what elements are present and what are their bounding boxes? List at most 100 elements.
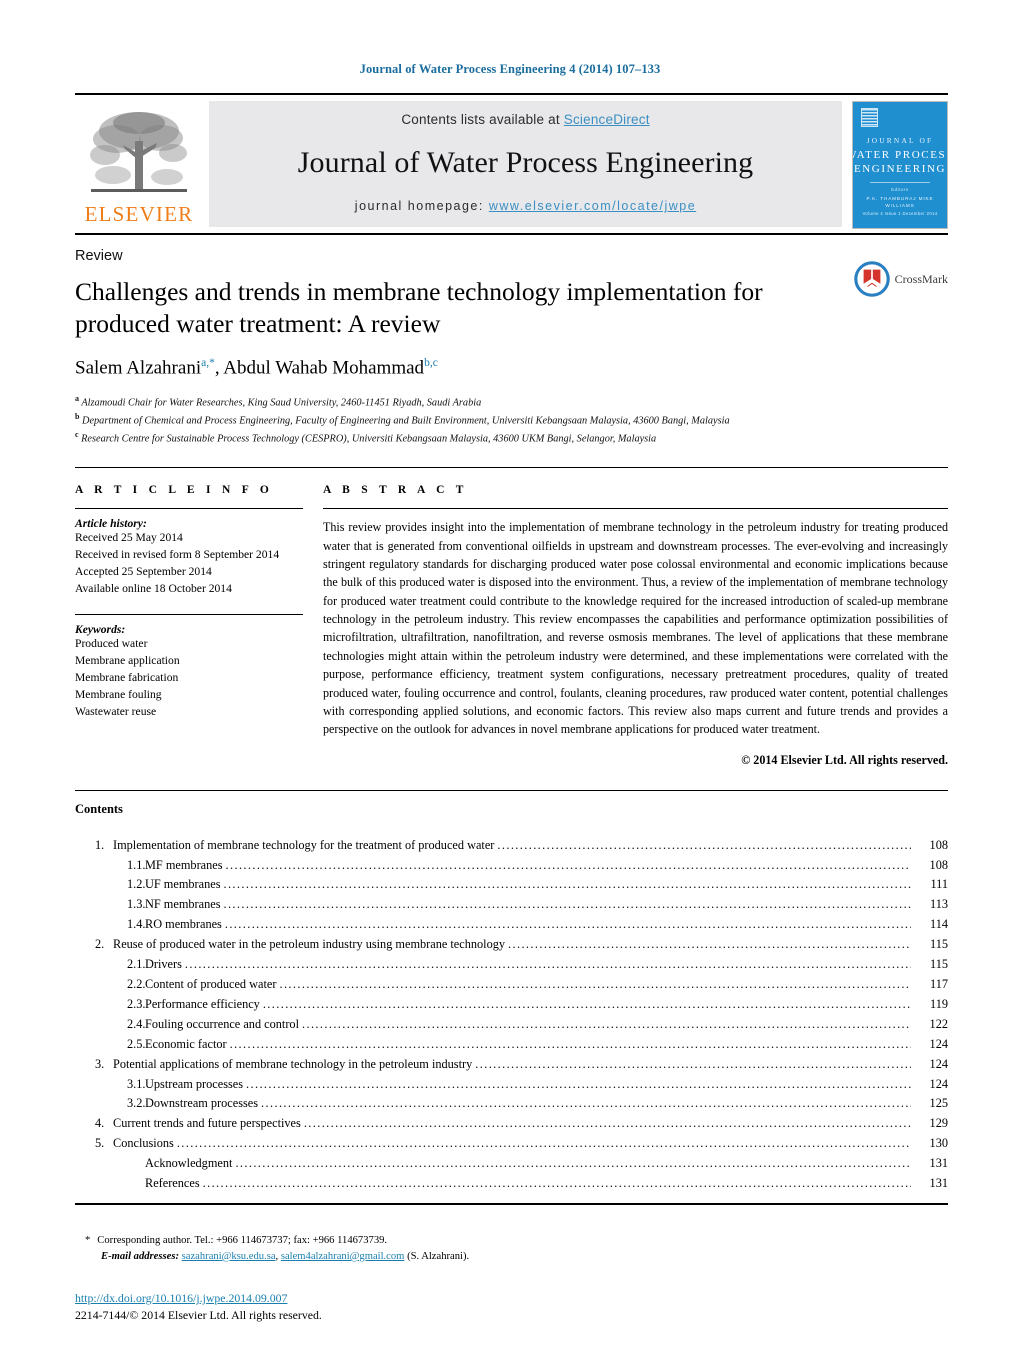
author-affil-marks-2: b,c: [424, 356, 438, 369]
elsevier-wordmark: ELSEVIER: [84, 202, 194, 226]
contents-entry-label: Conclusions: [113, 1136, 174, 1151]
history-item: Received 25 May 2014: [75, 531, 183, 545]
contents-entry-page: 108: [929, 857, 948, 872]
affiliation-list: a Alzamoudi Chair for Water Researches, …: [75, 393, 948, 447]
contents-entry-number: 1.3.: [127, 897, 146, 912]
contents-entry-number: 2.4.: [127, 1016, 146, 1031]
contents-entry-page: 115: [930, 937, 948, 952]
issn-copyright: 2214-7144/© 2014 Elsevier Ltd. All right…: [75, 1307, 322, 1322]
contents-entry-page: 108: [929, 837, 948, 852]
contents-entry-label: Drivers: [145, 957, 182, 972]
cover-title-line2: ENGINEERING: [853, 163, 947, 175]
keyword-item: Membrane application: [75, 654, 180, 668]
contents-entry-number: 3.1.: [127, 1076, 146, 1091]
affiliation-text-c: Research Centre for Sustainable Process …: [81, 433, 657, 445]
contents-entry-label: References: [145, 1176, 200, 1191]
contents-entry-label: Current trends and future perspectives: [113, 1116, 301, 1131]
contents-available-line: Contents lists available at ScienceDirec…: [401, 112, 649, 127]
contents-entry[interactable]: 2.1. Drivers.............................…: [75, 955, 948, 975]
info-abstract-row: A R T I C L E I N F O Article history: R…: [75, 468, 948, 768]
contents-entry-label: Fouling occurrence and control: [145, 1016, 299, 1031]
contents-entry[interactable]: 3.2. Downstream processes................…: [75, 1094, 948, 1114]
crossmark-label: CrossMark: [894, 271, 948, 286]
elsevier-logo: ELSEVIER: [75, 101, 203, 227]
contents-entry-page: 117: [930, 977, 948, 992]
contents-entry-page: 115: [930, 957, 948, 972]
contents-dot-leader: ........................................…: [279, 977, 911, 992]
contents-entry[interactable]: References..............................…: [75, 1174, 948, 1194]
contents-entry[interactable]: 1.1. MF membranes........................…: [75, 856, 948, 876]
contents-dot-leader: ........................................…: [229, 1036, 911, 1051]
affiliation-a: a Alzamoudi Chair for Water Researches, …: [75, 393, 948, 411]
sciencedirect-link[interactable]: ScienceDirect: [564, 112, 650, 127]
cover-divider: [869, 182, 931, 183]
journal-homepage-link[interactable]: www.elsevier.com/locate/jwpe: [489, 199, 696, 213]
footer-links: http://dx.doi.org/10.1016/j.jwpe.2014.09…: [75, 1291, 948, 1323]
history-item: Accepted 25 September 2014: [75, 564, 212, 578]
contents-entry-label: RO membranes: [145, 917, 222, 932]
crossmark-icon: [853, 261, 890, 297]
contents-entry[interactable]: 5. Conclusions...........................…: [75, 1134, 948, 1154]
contents-entry-label: Upstream processes: [145, 1076, 244, 1091]
contents-entry[interactable]: 2.3. Performance efficiency..............…: [75, 995, 948, 1015]
contents-entry-label: Downstream processes: [145, 1096, 259, 1111]
contents-entry-number: 2.3.: [127, 996, 146, 1011]
contents-entry-label: Potential applications of membrane techn…: [113, 1056, 473, 1071]
contents-entry-page: 124: [929, 1056, 948, 1071]
article-info-column: A R T I C L E I N F O Article history: R…: [75, 484, 323, 768]
article-history-label: Article history:: [75, 517, 147, 531]
keywords-label: Keywords:: [75, 623, 126, 637]
contents-entry[interactable]: 3. Potential applications of membrane tec…: [75, 1055, 948, 1075]
doi-link[interactable]: http://dx.doi.org/10.1016/j.jwpe.2014.09…: [75, 1291, 948, 1306]
contents-entry[interactable]: 1.2. UF membranes........................…: [75, 875, 948, 895]
article-title: Challenges and trends in membrane techno…: [75, 277, 763, 339]
contents-entry[interactable]: 1.4. RO membranes........................…: [75, 915, 948, 935]
contents-entry[interactable]: 4. Current trends and future perspectives…: [75, 1114, 948, 1134]
abstract-copyright: © 2014 Elsevier Ltd. All rights reserved…: [741, 752, 948, 767]
author-list: Salem Alzahrania,*, Abdul Wahab Mohammad…: [75, 356, 438, 379]
contents-entry-number: 1.1.: [127, 857, 146, 872]
contents-entry[interactable]: 1.3. NF membranes........................…: [75, 895, 948, 915]
history-item: Received in revised form 8 September 201…: [75, 547, 280, 561]
article-first-page: Journal of Water Process Engineering 4 (…: [0, 0, 1020, 1351]
contents-heading: Contents: [75, 801, 123, 816]
contents-entry-label: Implementation of membrane technology fo…: [113, 837, 495, 852]
email-label: E-mail addresses:: [101, 1250, 179, 1262]
contents-dot-leader: ........................................…: [184, 957, 911, 972]
journal-homepage-line: journal homepage: www.elsevier.com/locat…: [355, 199, 696, 213]
contents-entry[interactable]: 1. Implementation of membrane technology …: [75, 836, 948, 856]
contents-dot-leader: ........................................…: [223, 897, 911, 912]
email-link-2[interactable]: salem4alzahrani@gmail.com: [281, 1251, 405, 1262]
contents-entry-number: 2.1.: [127, 957, 146, 972]
contents-entry[interactable]: 2.2. Content of produced water...........…: [75, 975, 948, 995]
contents-entry-label: Reuse of produced water in the petroleum…: [113, 937, 506, 952]
contents-dot-leader: ........................................…: [497, 837, 911, 852]
keyword-item: Produced water: [75, 637, 148, 651]
article-info-rule: [75, 508, 303, 510]
article-info-heading: A R T I C L E I N F O: [75, 484, 274, 497]
contents-entry[interactable]: 2.5. Economic factor.....................…: [75, 1035, 948, 1055]
contents-entry-page: 122: [929, 1016, 948, 1031]
contents-entry[interactable]: Acknowledgment..........................…: [75, 1154, 948, 1174]
contents-available-prefix: Contents lists available at: [401, 112, 564, 127]
contents-entry-number: 4.: [95, 1116, 105, 1131]
cover-publisher-mark-icon: [861, 108, 878, 127]
affiliation-mark-b: b: [75, 412, 80, 422]
cover-editors-label: Editors: [891, 187, 909, 192]
contents-section: Contents 1. Implementation of membrane te…: [75, 791, 948, 1194]
contents-entry[interactable]: 2.4. Fouling occurrence and control......…: [75, 1015, 948, 1035]
contents-entry-label: Content of produced water: [145, 977, 277, 992]
contents-entry-page: 119: [930, 996, 948, 1011]
contents-entry[interactable]: 3.1. Upstream processes..................…: [75, 1075, 948, 1095]
crossmark-badge[interactable]: CrossMark: [853, 261, 948, 297]
contents-entry-page: 125: [929, 1096, 948, 1111]
contents-entry-page: 131: [929, 1176, 948, 1191]
cover-editors: P.K. THAMBURAJ MIKE WILLIAMS: [866, 196, 934, 208]
contents-dot-leader: ........................................…: [224, 917, 911, 932]
email-link-1[interactable]: sazahrani@ksu.edu.sa: [182, 1251, 276, 1262]
abstract-rule: [323, 508, 948, 510]
journal-masthead: ELSEVIER Contents lists available at Sci…: [75, 93, 948, 233]
contents-dot-leader: ........................................…: [225, 857, 911, 872]
contents-entry[interactable]: 2. Reuse of produced water in the petrole…: [75, 935, 948, 955]
affiliation-mark-c: c: [75, 430, 79, 440]
